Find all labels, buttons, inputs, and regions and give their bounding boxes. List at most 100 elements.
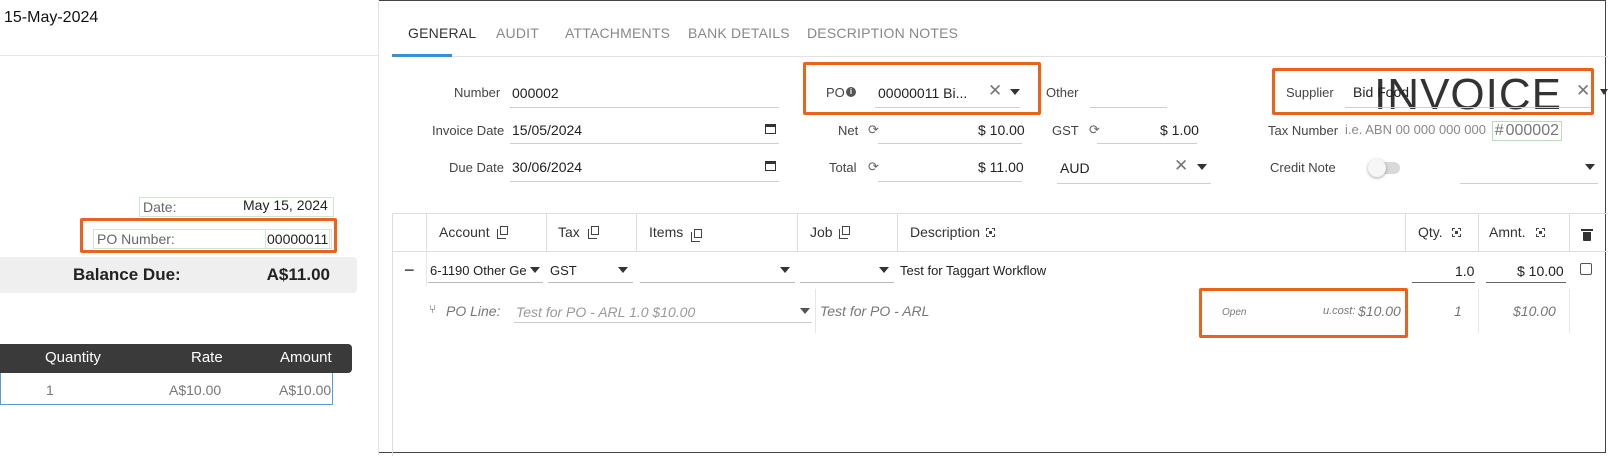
tab-bank-details[interactable]: BANK DETAILS: [688, 25, 790, 41]
col-separator: [1569, 289, 1570, 333]
invoice-number-value: 000002: [1505, 122, 1559, 139]
col-separator: [636, 213, 637, 251]
copy-icon[interactable]: [497, 226, 508, 239]
balance-due-bar: Balance Due: A$11.00: [0, 257, 357, 293]
collapse-row-button[interactable]: −: [404, 260, 415, 281]
credit-note-underline: [1460, 183, 1598, 184]
total-field[interactable]: $ 11.00: [978, 159, 1024, 175]
currency-select[interactable]: AUD: [1060, 160, 1090, 176]
select-icon[interactable]: [1452, 228, 1461, 237]
header-tax[interactable]: Tax: [558, 224, 580, 240]
col-separator: [1478, 213, 1479, 251]
po-line-amount: $10.00: [1513, 303, 1556, 319]
active-tab-indicator: [392, 54, 452, 57]
sync-icon[interactable]: ⟳: [868, 159, 879, 175]
header-items[interactable]: Items: [649, 224, 683, 240]
qty-field[interactable]: 1.0: [1455, 263, 1474, 279]
tab-audit[interactable]: AUDIT: [496, 25, 539, 41]
divider: [0, 55, 378, 56]
tax-dropdown-icon[interactable]: [618, 267, 628, 273]
row-quantity: 1: [46, 382, 54, 398]
credit-note-toggle[interactable]: [1368, 159, 1400, 177]
select-icon[interactable]: [1536, 228, 1545, 237]
tab-description-notes[interactable]: DESCRIPTION NOTES: [807, 25, 958, 41]
preview-date: 15-May-2024: [4, 9, 99, 26]
net-label: Net: [838, 123, 859, 138]
net-field[interactable]: $ 10.00: [978, 122, 1025, 138]
invoice-date-field[interactable]: 15/05/2024: [512, 122, 582, 138]
po-line-qty: 1: [1454, 303, 1462, 319]
header-description[interactable]: Description: [910, 224, 980, 240]
copy-icon[interactable]: [691, 229, 702, 242]
number-label: Number: [454, 85, 501, 100]
other-underline: [1090, 107, 1167, 108]
header-job[interactable]: Job: [810, 224, 833, 240]
job-dropdown-icon[interactable]: [879, 267, 889, 273]
po-line-label: PO Line:: [446, 303, 501, 319]
number-field[interactable]: 000002: [512, 85, 559, 101]
hash-symbol: #: [1494, 122, 1504, 139]
header-account[interactable]: Account: [439, 224, 490, 240]
col-separator: [897, 213, 898, 251]
trash-icon[interactable]: [1581, 229, 1593, 241]
due-date-field[interactable]: 30/06/2024: [512, 159, 582, 175]
row-rate: A$10.00: [169, 382, 222, 398]
tabs-divider: [392, 56, 1608, 57]
net-underline: [878, 143, 1022, 144]
po-line-select[interactable]: Test for PO - ARL 1.0 $10.00: [516, 304, 695, 320]
gst-field[interactable]: $ 1.00: [1160, 122, 1199, 138]
select-icon[interactable]: [986, 228, 995, 237]
col-separator: [797, 213, 798, 251]
tab-general[interactable]: GENERAL: [408, 25, 476, 41]
col-rate: Rate: [191, 349, 223, 366]
credit-note-label: Credit Note: [1270, 160, 1336, 175]
total-label: Total: [829, 160, 857, 175]
po-line-dropdown-icon[interactable]: [800, 308, 810, 314]
calendar-icon[interactable]: [765, 124, 776, 134]
description-field[interactable]: Test for Taggart Workflow: [900, 263, 1046, 278]
tax-number-label: Tax Number: [1268, 123, 1339, 138]
other-label: Other: [1046, 85, 1079, 100]
currency-dropdown-icon[interactable]: [1197, 164, 1207, 170]
toggle-knob: [1368, 159, 1386, 177]
sync-icon[interactable]: ⟳: [1089, 122, 1100, 138]
calendar-icon[interactable]: [765, 161, 776, 171]
highlight-po-number: [80, 218, 337, 253]
invoice-number: #000002: [1491, 121, 1562, 141]
col-separator: [546, 213, 547, 251]
col-separator: [1405, 213, 1406, 251]
col-separator: [426, 252, 427, 286]
col-separator: [1478, 289, 1479, 333]
sync-icon[interactable]: ⟳: [868, 122, 879, 138]
tax-select[interactable]: GST: [550, 263, 577, 278]
date-label: Date:: [143, 199, 177, 215]
highlight-po-line-cost: [1199, 288, 1408, 338]
items-dropdown-icon[interactable]: [780, 267, 790, 273]
balance-due-label: Balance Due:: [73, 265, 181, 284]
header-qty[interactable]: Qty.: [1418, 224, 1443, 240]
col-amount: Amount: [280, 349, 332, 366]
account-dropdown-icon[interactable]: [530, 267, 540, 273]
amount-field[interactable]: $ 10.00: [1517, 263, 1564, 279]
col-separator: [426, 213, 427, 251]
currency-underline: [1057, 183, 1211, 184]
amount-underline: [1486, 282, 1566, 283]
tab-attachments[interactable]: ATTACHMENTS: [565, 25, 670, 41]
account-select[interactable]: 6-1190 Other Ge: [430, 263, 530, 278]
due-date-underline: [510, 181, 779, 182]
copy-icon[interactable]: [588, 226, 599, 239]
col-separator: [815, 289, 816, 333]
items-underline: [640, 282, 795, 283]
due-date-label: Due Date: [449, 160, 504, 175]
copy-icon[interactable]: [839, 226, 850, 239]
po-line-icon: ⑂: [429, 302, 437, 316]
row-checkbox[interactable]: [1580, 263, 1592, 275]
invoice-date-underline: [510, 143, 779, 144]
credit-note-dropdown-icon[interactable]: [1585, 164, 1595, 170]
supplier-dropdown-icon[interactable]: [1600, 89, 1608, 95]
tax-number-field[interactable]: i.e. ABN 00 000 000 000: [1345, 122, 1486, 137]
job-underline: [800, 282, 894, 283]
clear-currency-icon[interactable]: ✕: [1174, 156, 1188, 176]
account-underline: [428, 282, 543, 283]
header-amount[interactable]: Amnt.: [1489, 224, 1526, 240]
